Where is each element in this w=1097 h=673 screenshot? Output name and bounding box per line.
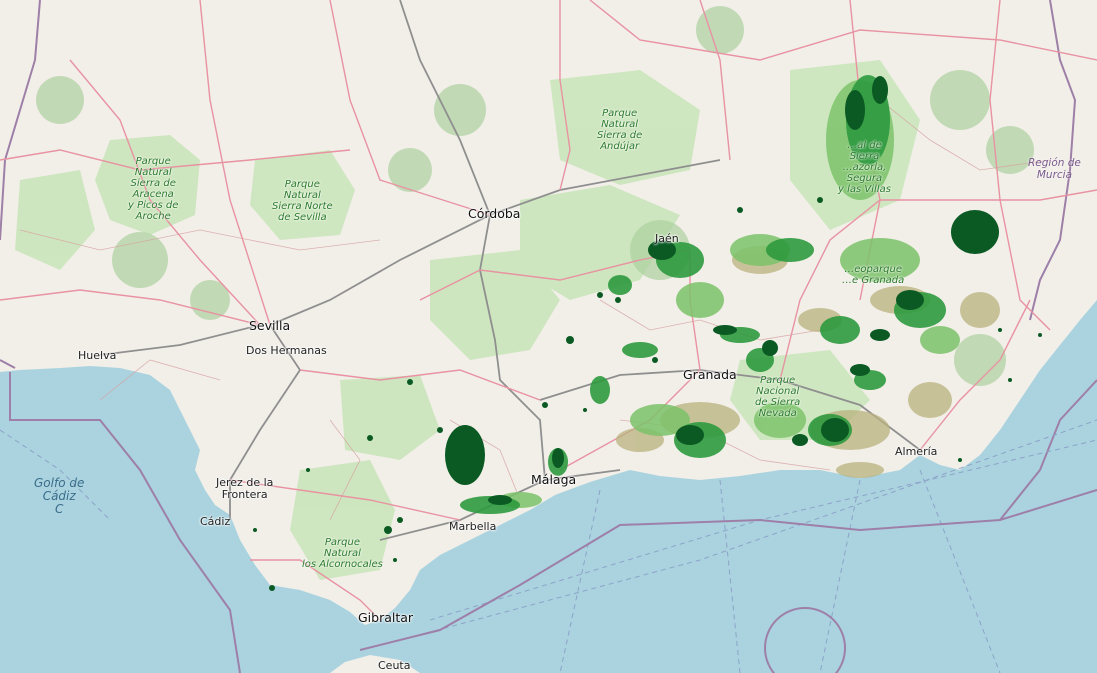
city-label-jaen[interactable]: Jaén (655, 232, 679, 245)
region-label-murcia[interactable]: Región de Murcia (1028, 157, 1081, 181)
park-label-sierra-nevada[interactable]: Parque Nacional de Sierra Nevada (755, 375, 800, 419)
city-label-granada[interactable]: Granada (683, 368, 737, 382)
sea-label-golfo-cadiz: Golfo de Cádiz C (34, 476, 85, 517)
city-label-jerez[interactable]: Jerez de la Frontera (216, 476, 273, 501)
park-label-geoparque-granada[interactable]: …eoparque …e Granada (842, 264, 904, 286)
city-label-ceuta[interactable]: Ceuta (378, 659, 410, 672)
city-label-gibraltar[interactable]: Gibraltar (358, 611, 413, 625)
park-label-cazorla[interactable]: …al de Sierra …azorla, Segura y las Vill… (838, 140, 891, 195)
city-label-marbella[interactable]: Marbella (449, 520, 496, 533)
park-label-andujar[interactable]: Parque Natural Sierra de Andújar (597, 108, 642, 152)
city-label-cadiz[interactable]: Cádiz (200, 515, 230, 528)
city-label-dos-hermanas[interactable]: Dos Hermanas (246, 344, 327, 357)
map-base-layer (0, 0, 1097, 673)
city-label-cordoba[interactable]: Córdoba (468, 207, 520, 221)
park-label-sierra-norte-sevilla[interactable]: Parque Natural Sierra Norte de Sevilla (272, 179, 333, 223)
park-label-aracena[interactable]: Parque Natural Sierra de Aracena y Picos… (128, 156, 178, 222)
city-label-huelva[interactable]: Huelva (78, 349, 116, 362)
city-label-malaga[interactable]: Málaga (531, 473, 576, 487)
city-label-sevilla[interactable]: Sevilla (249, 319, 290, 333)
map-canvas[interactable]: Córdoba Sevilla Dos Hermanas Huelva Jaén… (0, 0, 1097, 673)
city-label-almeria[interactable]: Almería (895, 445, 937, 458)
park-label-alcornocales[interactable]: Parque Natural los Alcornocales (302, 537, 383, 570)
